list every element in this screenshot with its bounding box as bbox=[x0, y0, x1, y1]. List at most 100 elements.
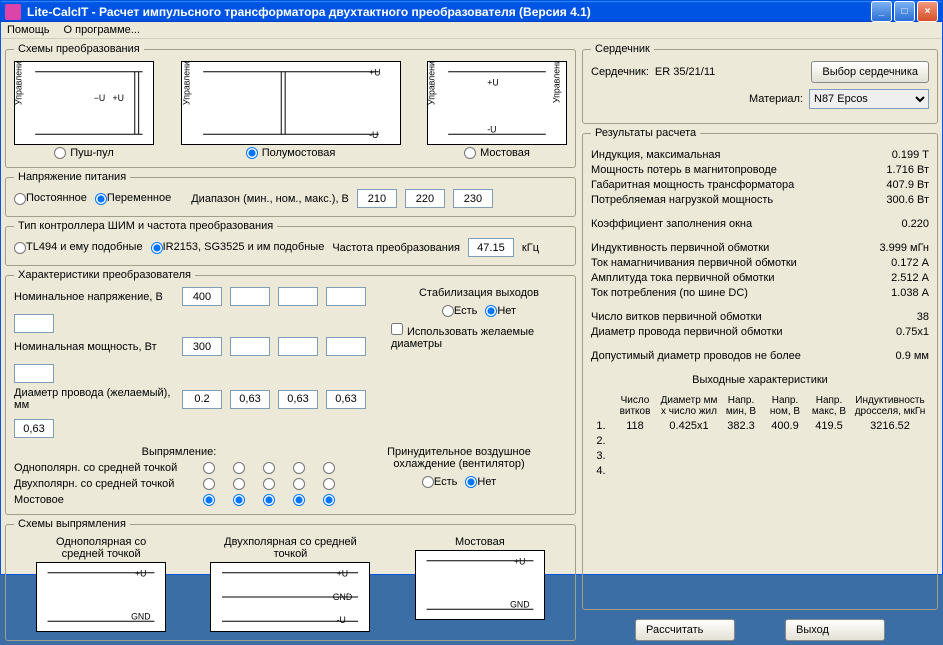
stab-yes-radio[interactable]: Есть bbox=[442, 305, 477, 317]
rect2-c4-radio[interactable] bbox=[293, 478, 305, 490]
voltage-2-field[interactable] bbox=[230, 287, 270, 306]
voltage-label: Номинальное напряжение, В bbox=[14, 291, 174, 303]
rect-s1-image: +UGND bbox=[36, 562, 166, 632]
converter-schemes-legend: Схемы преобразования bbox=[14, 43, 144, 55]
maximize-button[interactable]: □ bbox=[894, 1, 915, 22]
rect3-c3-radio[interactable] bbox=[263, 494, 275, 506]
wire-4-field[interactable] bbox=[326, 390, 366, 409]
converter-group: Характеристики преобразователя Номинальн… bbox=[5, 269, 576, 515]
ctrl-tl494-radio[interactable]: TL494 и ему подобные bbox=[14, 241, 143, 253]
scheme-bridge-radio[interactable]: Мостовая bbox=[464, 147, 530, 159]
select-core-button[interactable]: Выбор сердечника bbox=[811, 61, 929, 83]
power-1-field[interactable] bbox=[182, 337, 222, 356]
power-4-field[interactable] bbox=[326, 337, 366, 356]
supply-vmax-field[interactable] bbox=[453, 189, 493, 208]
rect1-c4-radio[interactable] bbox=[293, 462, 305, 474]
rect2-c2-radio[interactable] bbox=[233, 478, 245, 490]
core-name-label: Сердечник: bbox=[591, 66, 649, 78]
power-5-field[interactable] bbox=[14, 364, 54, 383]
svg-text:Управление: Управление bbox=[551, 62, 561, 103]
out-headers: Число витков Диаметр мм х число жил Напр… bbox=[591, 395, 929, 417]
scheme-pushpull-image: Управление−U +U bbox=[14, 61, 154, 145]
results-legend: Результаты расчета bbox=[591, 127, 700, 139]
rect-s2-label: Двухполярная со средней точкой bbox=[210, 536, 370, 560]
voltage-3-field[interactable] bbox=[278, 287, 318, 306]
results-list: Индукция, максимальная0.199 Т Мощность п… bbox=[591, 149, 929, 477]
close-button[interactable]: × bbox=[917, 1, 938, 22]
rect1-c3-radio[interactable] bbox=[263, 462, 275, 474]
rect-s3-image: +UGND bbox=[415, 550, 545, 620]
rect-s3-label: Мостовая bbox=[415, 536, 545, 548]
out-title: Выходные характеристики bbox=[591, 374, 929, 386]
wire-5-field[interactable] bbox=[14, 419, 54, 438]
svg-text:+U: +U bbox=[135, 569, 146, 579]
ctrl-freq-unit: кГц bbox=[522, 242, 539, 254]
svg-text:+U: +U bbox=[487, 77, 498, 87]
svg-text:Управление: Управление bbox=[15, 62, 24, 105]
fan-no-radio[interactable]: Нет bbox=[465, 476, 496, 488]
svg-text:GND: GND bbox=[333, 592, 352, 602]
rect2-c3-radio[interactable] bbox=[263, 478, 275, 490]
rect1-c5-radio[interactable] bbox=[323, 462, 335, 474]
scheme-pushpull-radio[interactable]: Пуш-пул bbox=[54, 147, 114, 159]
svg-text:-U: -U bbox=[487, 124, 496, 134]
fan-yes-radio[interactable]: Есть bbox=[422, 476, 457, 488]
power-3-field[interactable] bbox=[278, 337, 318, 356]
supply-vmin-field[interactable] bbox=[357, 189, 397, 208]
scheme-halfbridge-image: Управление+U-U bbox=[181, 61, 401, 145]
out-row-2: 2. bbox=[591, 435, 929, 447]
supply-var-radio[interactable]: Переменное bbox=[95, 192, 171, 204]
voltage-5-field[interactable] bbox=[14, 314, 54, 333]
svg-text:-U: -U bbox=[369, 130, 378, 140]
minimize-button[interactable]: _ bbox=[871, 1, 892, 22]
titlebar[interactable]: Lite-CalcIT - Расчет импульсного трансфо… bbox=[1, 1, 942, 22]
voltage-4-field[interactable] bbox=[326, 287, 366, 306]
wire-3-field[interactable] bbox=[278, 390, 318, 409]
wire-2-field[interactable] bbox=[230, 390, 270, 409]
rect-s2-image: +UGND-U bbox=[210, 562, 370, 632]
supply-vnom-field[interactable] bbox=[405, 189, 445, 208]
core-material-select[interactable]: N87 Epcos bbox=[809, 89, 929, 109]
supply-const-radio[interactable]: Постоянное bbox=[14, 192, 87, 204]
rect1-label: Однополярн. со средней точкой bbox=[14, 462, 194, 474]
menu-help[interactable]: Помощь bbox=[7, 24, 50, 36]
rect2-c1-radio[interactable] bbox=[203, 478, 215, 490]
rect3-c2-radio[interactable] bbox=[233, 494, 245, 506]
out-row-3: 3. bbox=[591, 450, 929, 462]
app-icon bbox=[5, 4, 21, 20]
exit-button[interactable]: Выход bbox=[785, 619, 885, 641]
scheme-halfbridge-radio[interactable]: Полумостовая bbox=[246, 147, 336, 159]
stab-label: Стабилизация выходов bbox=[391, 287, 567, 299]
core-group: Сердечник Сердечник: ER 35/21/11 Выбор с… bbox=[582, 43, 938, 124]
rect3-c5-radio[interactable] bbox=[323, 494, 335, 506]
svg-text:+U: +U bbox=[337, 569, 348, 579]
wire-1-field[interactable] bbox=[182, 390, 222, 409]
voltage-1-field[interactable] bbox=[182, 287, 222, 306]
use-desired-check[interactable]: Использовать желаемые диаметры bbox=[391, 323, 567, 350]
ctrl-freq-field[interactable] bbox=[468, 238, 514, 257]
power-2-field[interactable] bbox=[230, 337, 270, 356]
core-name-value: ER 35/21/11 bbox=[655, 66, 805, 78]
menu-about[interactable]: О программе... bbox=[64, 24, 140, 36]
ctrl-ir2153-radio[interactable]: IR2153, SG3525 и им подобные bbox=[151, 241, 325, 253]
rect1-c1-radio[interactable] bbox=[203, 462, 215, 474]
results-group: Результаты расчета Индукция, максимальна… bbox=[582, 127, 938, 610]
wire-label: Диаметр провода (желаемый), мм bbox=[14, 387, 174, 411]
core-legend: Сердечник bbox=[591, 43, 654, 55]
rect2-c5-radio[interactable] bbox=[323, 478, 335, 490]
rect3-label: Мостовое bbox=[14, 494, 194, 506]
rect-schemes-group: Схемы выпрямления Однополярная со средне… bbox=[5, 518, 576, 641]
controller-group: Тип контроллера ШИМ и частота преобразов… bbox=[5, 220, 576, 266]
supply-range-label: Диапазон (мин., ном., макс.), В bbox=[191, 193, 349, 205]
rect3-c1-radio[interactable] bbox=[203, 494, 215, 506]
svg-text:+U: +U bbox=[514, 557, 525, 567]
rect-s1-label: Однополярная со средней точкой bbox=[36, 536, 166, 560]
stab-no-radio[interactable]: Нет bbox=[485, 305, 516, 317]
rect1-c2-radio[interactable] bbox=[233, 462, 245, 474]
svg-text:Управление: Управление bbox=[182, 62, 191, 105]
rect2-label: Двухполярн. со средней точкой bbox=[14, 478, 194, 490]
calculate-button[interactable]: Рассчитать bbox=[635, 619, 735, 641]
power-label: Номинальная мощность, Вт bbox=[14, 341, 174, 353]
rect3-c4-radio[interactable] bbox=[293, 494, 305, 506]
out-row-4: 4. bbox=[591, 465, 929, 477]
